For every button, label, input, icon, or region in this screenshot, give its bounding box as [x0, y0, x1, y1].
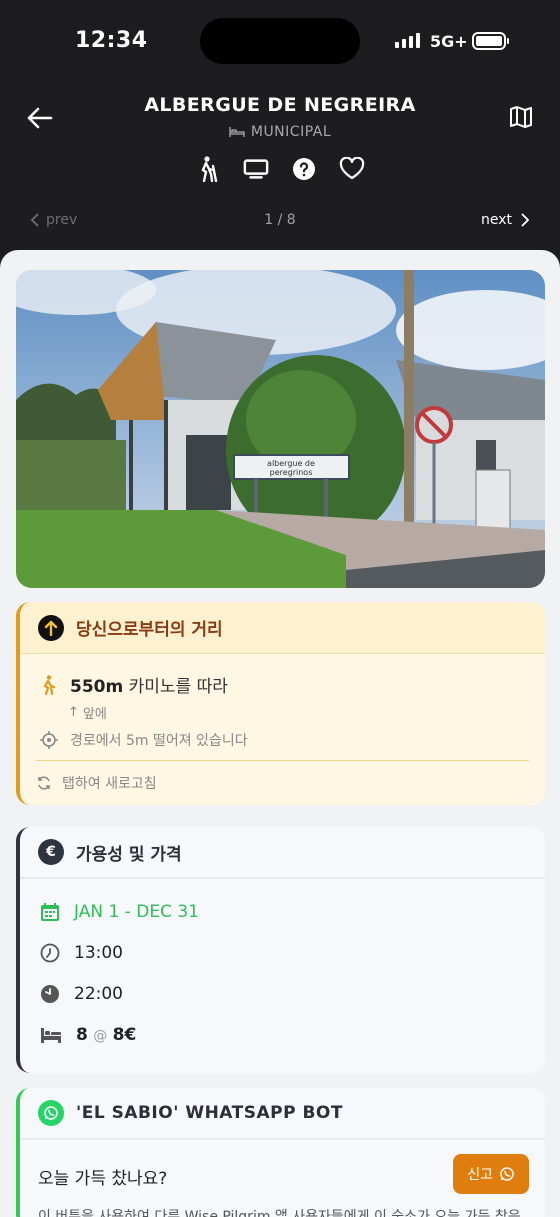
distance-title: 당신으로부터의 거리 [76, 620, 223, 640]
bot-card-header: 'EL SABIO' WHATSAPP BOT [20, 1088, 545, 1140]
bot-description: 이 버튼을 사용하여 다른 Wise Pilgrim 앱 사용자들에게 이 숙소… [38, 1209, 521, 1217]
distance-card-header: 당신으로부터의 거리 [20, 602, 545, 654]
bed-icon [229, 127, 245, 137]
clock-filled-icon [41, 985, 59, 1003]
signal-icon [395, 33, 420, 48]
header: ALBERGUE DE NEGREIRA MUNICIPAL prev 1 / … [0, 84, 560, 250]
closing-time: 22:00 [74, 984, 123, 1004]
next-label: next [480, 212, 512, 228]
page-counter: 1 / 8 [264, 212, 296, 228]
feature-icons [0, 156, 560, 182]
refresh-label: 탭하여 새로고침 [62, 776, 157, 792]
arrow-up-icon [38, 614, 64, 641]
bot-title: 'EL SABIO' WHATSAPP BOT [76, 1103, 343, 1123]
off-route-label: 경로에서 5m 떨어져 있습니다 [70, 733, 248, 749]
price-value: 8€ [112, 1025, 137, 1045]
status-bar: 12:34 5G+ [0, 0, 560, 84]
help-icon[interactable] [291, 156, 317, 182]
distance-row: 550m 카미노를 따라 [40, 672, 228, 697]
calendar-icon [41, 903, 59, 921]
full-question: 오늘 가득 찼나요? [38, 1169, 168, 1189]
sign-text-line-1: albergue de [267, 459, 315, 468]
chevron-right-icon [521, 213, 530, 227]
content-sheet: albergue de peregrinos 당신으로부터의 거리 550m 카… [0, 250, 560, 1217]
opening-row: 13:00 [40, 943, 123, 963]
season-row: JAN 1 - DEC 31 [40, 902, 199, 922]
clock-outline-icon [40, 943, 60, 963]
at-symbol: @ [93, 1028, 108, 1044]
status-time: 12:34 [75, 28, 148, 53]
distance-value: 550m [70, 677, 124, 697]
whatsapp-bot-card: 'EL SABIO' WHATSAPP BOT 오늘 가득 찼나요? 신고 이 … [16, 1088, 545, 1217]
availability-title: 가용성 및 가격 [76, 844, 182, 865]
beds-row: 8 @ 8€ [40, 1025, 136, 1045]
hiker-icon[interactable] [195, 156, 221, 182]
page-title: ALBERGUE DE NEGREIRA [144, 94, 416, 116]
bed-icon [41, 1028, 61, 1043]
network-type: 5G+ [430, 32, 468, 51]
season-label: JAN 1 - DEC 31 [74, 902, 199, 922]
report-button[interactable]: 신고 [453, 1154, 529, 1194]
screen-icon[interactable] [243, 156, 269, 182]
next-button[interactable]: next [481, 212, 530, 228]
dynamic-island [200, 18, 360, 64]
opening-time: 13:00 [74, 943, 123, 963]
distance-card[interactable]: 당신으로부터의 거리 550m 카미노를 따라 ↑ 앞에 경로에서 5m 떨어져… [16, 602, 545, 805]
battery-icon [472, 32, 509, 50]
availability-card-header: € 가용성 및 가격 [20, 827, 545, 879]
albergue-type-label: MUNICIPAL [250, 124, 332, 140]
whatsapp-icon [38, 1100, 64, 1126]
crosshair-icon [40, 731, 58, 749]
report-label: 신고 [467, 1167, 493, 1183]
small-arrow-up-icon: ↑ [68, 705, 79, 720]
divider [36, 760, 529, 761]
map-icon[interactable] [508, 104, 534, 130]
availability-card: € 가용성 및 가격 JAN 1 - DEC 31 13:00 22:00 8 … [16, 827, 545, 1073]
distance-along: 카미노를 따라 [128, 677, 228, 697]
direction-label: 앞에 [82, 707, 107, 722]
albergue-photo[interactable]: albergue de peregrinos [16, 270, 545, 588]
closing-row: 22:00 [40, 984, 123, 1004]
whatsapp-small-icon [500, 1167, 514, 1181]
refresh-row[interactable]: 탭하여 새로고침 [36, 773, 157, 793]
off-route-row: 경로에서 5m 떨어져 있습니다 [40, 730, 248, 750]
refresh-icon [38, 776, 50, 790]
pager: prev 1 / 8 next [0, 212, 560, 232]
heart-icon[interactable] [339, 156, 365, 182]
walker-icon [43, 674, 56, 695]
sign-text-line-2: peregrinos [270, 468, 313, 477]
beds-count: 8 [76, 1025, 88, 1045]
albergue-type: MUNICIPAL [0, 124, 560, 140]
euro-icon: € [38, 839, 64, 865]
direction-row: ↑ 앞에 [68, 703, 107, 722]
